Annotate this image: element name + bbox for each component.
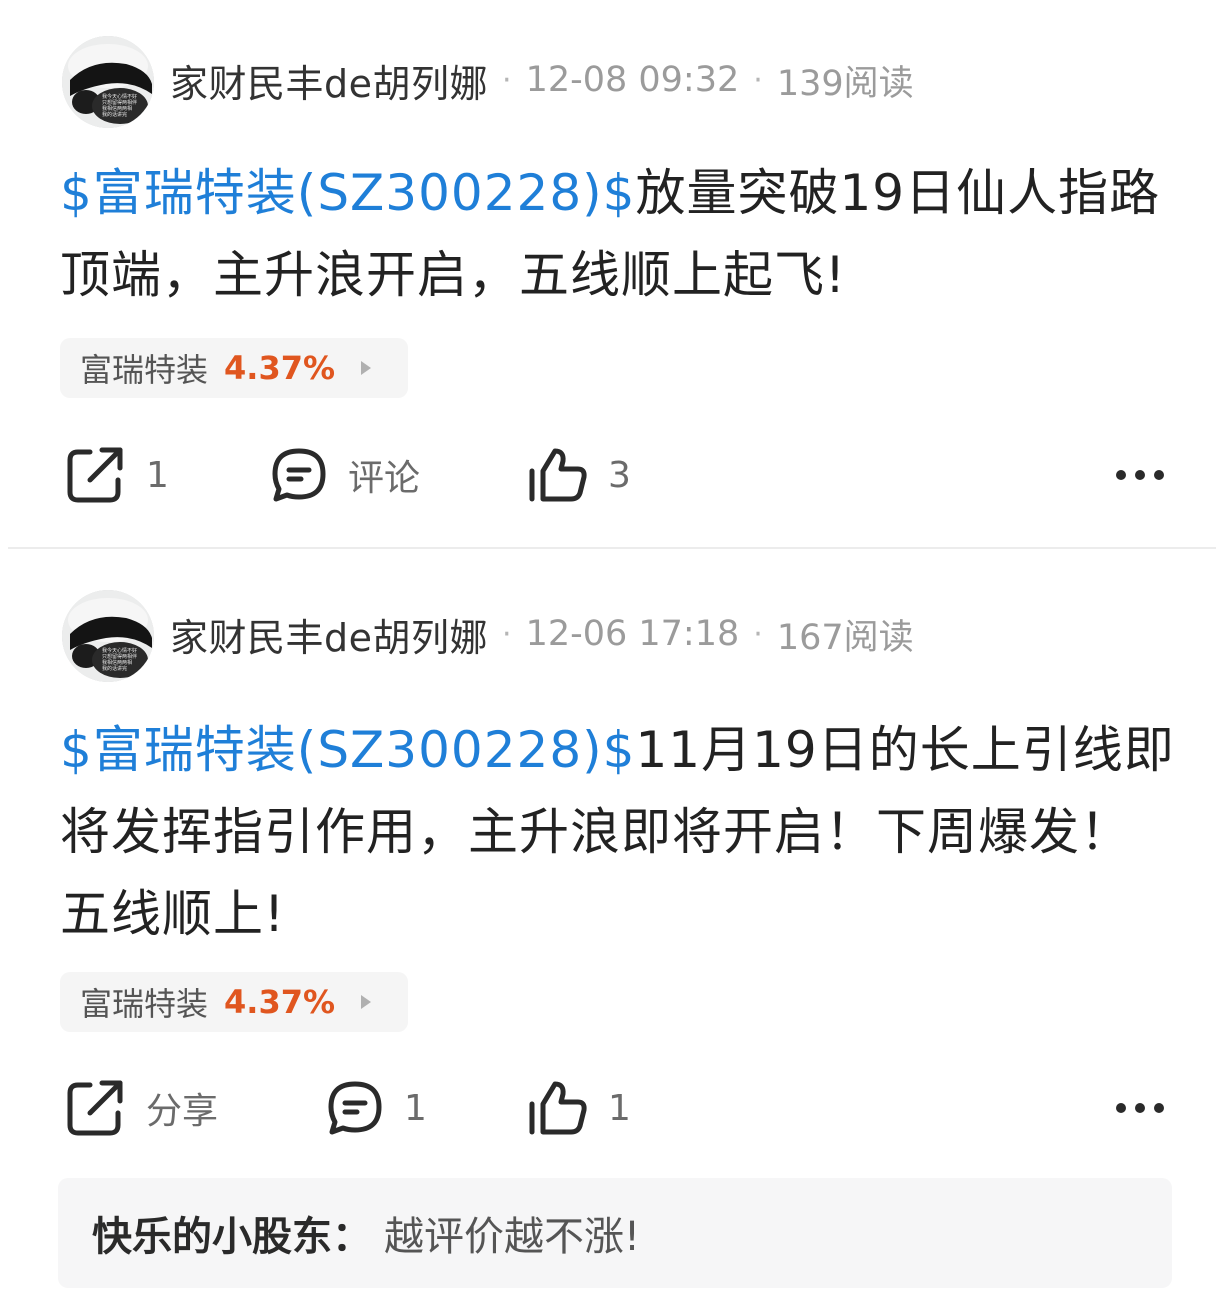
feed-post[interactable]: 我今天心情不好 只想留得两相伴 我相信两两相 我的话讲完 家财民丰de胡列娜 ·… [0,0,1216,548]
stock-chip[interactable]: 富瑞特装 4.37% [60,972,408,1032]
share-icon [67,1080,123,1136]
author-name[interactable]: 家财民丰de胡列娜 [170,53,488,108]
avatar[interactable]: 我今天心情不好 只想留得两相伴 我相信两两相 我的话讲完 [62,36,154,128]
chevron-right-icon [361,995,372,1009]
share-button[interactable]: 1 [64,440,169,510]
stock-chip-change: 4.37% [224,983,336,1021]
stock-chip-name: 富瑞特装 [80,351,209,389]
post-content[interactable]: $富瑞特装(SZ300228)$11月19日的长上引线即将发挥指引作用，主升浪即… [60,709,1180,955]
comment-button[interactable]: 评论 [270,440,420,510]
avatar-caption-line: 我相信两两相 [102,659,132,666]
stock-chip-name: 富瑞特装 [80,985,209,1023]
avatar-caption-line: 我的话讲完 [102,665,127,672]
more-icon[interactable] [1114,467,1166,483]
panda-avatar-image: 我今天心情不好 只想留得两相伴 我相信两两相 我的话讲完 [62,36,154,128]
post-date: 12-06 17:18 [525,614,740,654]
panda-avatar-image: 我今天心情不好 只想留得两相伴 我相信两两相 我的话讲完 [62,590,154,682]
post-date: 12-08 09:32 [525,60,740,100]
avatar-caption-line: 我的话讲完 [102,111,127,118]
more-icon[interactable] [1114,1100,1166,1116]
stock-chip[interactable]: 富瑞特装 4.37% [60,338,408,398]
stock-link[interactable]: $富瑞特装(SZ300228)$ [60,164,636,222]
like-button[interactable]: 3 [528,440,631,510]
comment-count: 1 [404,1087,427,1129]
action-bar: 分享 1 1 [0,1073,1216,1143]
avatar[interactable]: 我今天心情不好 只想留得两相伴 我相信两两相 我的话讲完 [62,590,154,682]
share-count: 1 [146,454,169,496]
read-count: 167阅读 [776,617,914,658]
share-button[interactable]: 分享 [64,1073,218,1143]
author-name[interactable]: 家财民丰de胡列娜 [170,607,488,662]
avatar-caption-line: 我今天心情不好 [102,93,137,100]
meta-separator: · [753,62,763,98]
comment-button[interactable]: 1 [326,1073,427,1143]
share-icon [67,447,123,503]
post-header: 家财民丰de胡列娜 · 12-06 17:18 · 167阅读 [170,612,914,660]
like-icon [529,1081,587,1135]
comment-icon [272,448,326,502]
avatar-caption-line: 我今天心情不好 [102,647,137,654]
avatar-caption-line: 只想留得两相伴 [102,99,137,106]
avatar-caption-line: 我相信两两相 [102,105,132,112]
post-content[interactable]: $富瑞特装(SZ300228)$放量突破19日仙人指路顶端，主升浪开启，五线顺上… [60,152,1180,316]
meta-separator: · [502,616,512,652]
meta-separator: · [502,62,512,98]
like-count: 1 [608,1087,631,1129]
chevron-right-icon [361,361,372,375]
comment-label: 评论 [348,458,421,499]
read-count: 139阅读 [776,63,914,104]
comment-icon [328,1081,382,1135]
stock-chip-change: 4.37% [224,349,336,387]
action-bar: 1 评论 3 [0,440,1216,510]
like-count: 3 [608,454,631,496]
commenter-name[interactable]: 快乐的小股东： [92,1204,372,1262]
comment-text: 越评价越不涨! [384,1214,641,1260]
avatar-caption-line: 只想留得两相伴 [102,653,137,660]
like-button[interactable]: 1 [528,1073,631,1143]
post-header: 家财民丰de胡列娜 · 12-08 09:32 · 139阅读 [170,58,914,106]
feed-post[interactable]: 我今天心情不好 只想留得两相伴 我相信两两相 我的话讲完 家财民丰de胡列娜 ·… [0,549,1216,1305]
meta-separator: · [753,616,763,652]
like-icon [529,448,587,502]
stock-link[interactable]: $富瑞特装(SZ300228)$ [60,721,636,779]
top-comment[interactable]: 快乐的小股东： 越评价越不涨! [58,1178,1172,1288]
share-label: 分享 [146,1091,219,1132]
